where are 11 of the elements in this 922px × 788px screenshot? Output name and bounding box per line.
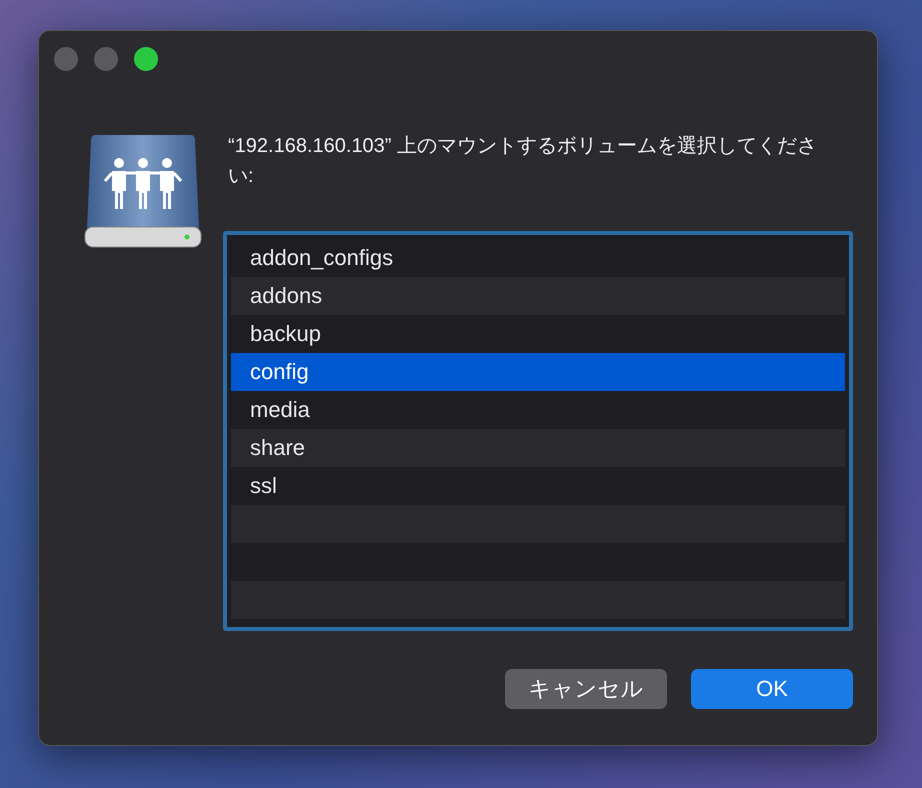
volume-item[interactable]: addons: [231, 277, 845, 315]
zoom-button[interactable]: [134, 47, 158, 71]
volume-item[interactable]: addon_configs: [231, 239, 845, 277]
ok-button[interactable]: OK: [691, 669, 853, 709]
volume-item[interactable]: config: [231, 353, 845, 391]
volume-item[interactable]: share: [231, 429, 845, 467]
volume-item[interactable]: backup: [231, 315, 845, 353]
cancel-button[interactable]: キャンセル: [505, 669, 667, 709]
prompt-message: “192.168.160.103” 上のマウントするボリュームを選択してください:: [228, 134, 818, 189]
volume-item[interactable]: ssl: [231, 467, 845, 505]
volume-item[interactable]: media: [231, 391, 845, 429]
